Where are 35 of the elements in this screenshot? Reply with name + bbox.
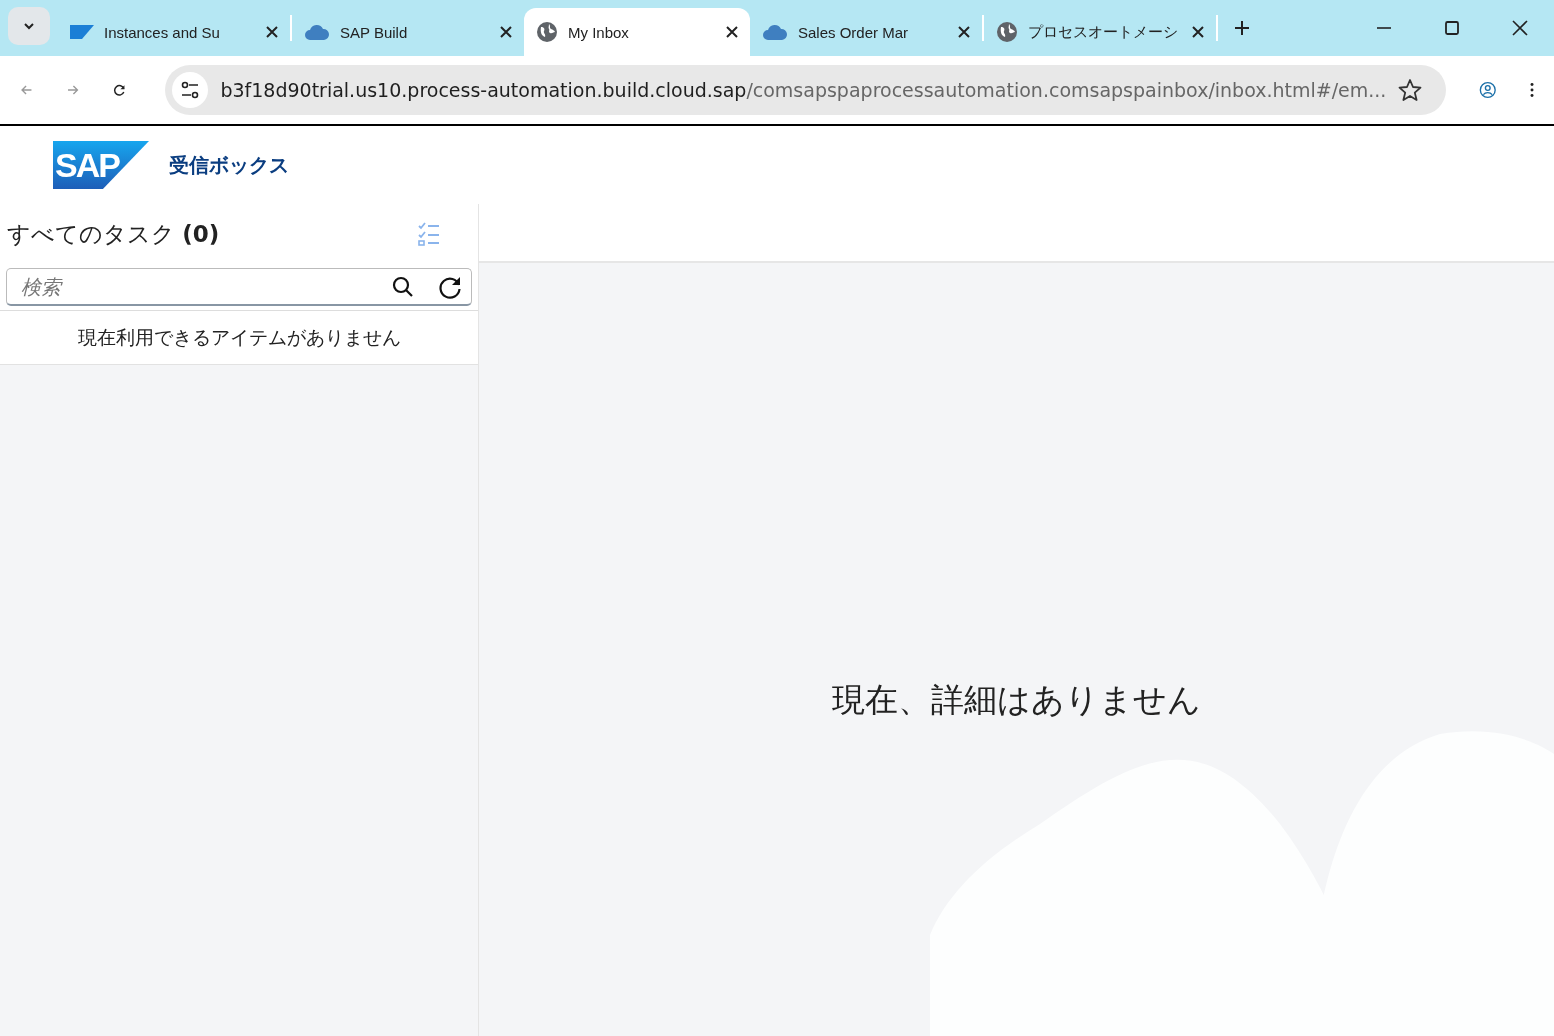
search-field[interactable]: 検索 [6, 268, 472, 306]
tab-title: SAP Build [340, 23, 409, 41]
sap-logo: SAP [53, 141, 149, 189]
close-icon[interactable] [1192, 26, 1204, 38]
star-icon[interactable] [1398, 78, 1423, 102]
tab-title: Instances and Su [104, 23, 221, 41]
close-icon[interactable] [958, 26, 970, 38]
new-tab-icon[interactable] [1234, 20, 1250, 36]
url-text: b3f18d90trial.us10.process-automation.build.cloud.sap/comsapspaprocessautomation.comsapspainbox/inbox.html#/em... [220, 79, 1387, 101]
site-settings-icon[interactable] [172, 72, 209, 108]
app-title: 受信ボックス [169, 151, 289, 179]
close-icon[interactable] [500, 26, 512, 38]
maximize-icon[interactable] [1444, 20, 1460, 36]
tab-title: My Inbox [568, 23, 630, 41]
empty-detail-message: 現在、詳細はありません [832, 679, 1201, 720]
sap-logo-icon [70, 25, 94, 39]
refresh-icon[interactable] [438, 275, 462, 299]
browser-tab[interactable]: SAP Build [292, 8, 524, 56]
list-heading: すべてのタスク (0) [7, 219, 220, 249]
browser-tab[interactable]: Instances and Su [58, 8, 290, 56]
cloud-icon [304, 23, 330, 41]
address-field[interactable]: b3f18d90trial.us10.process-automation.build.cloud.sap/comsapspaprocessautomation.comsapspainbox/inbox.html#/em... [165, 65, 1447, 115]
browser-tab[interactable]: Sales Order Mar [750, 8, 982, 56]
browser-tab[interactable]: My Inbox [524, 8, 750, 56]
close-icon[interactable] [266, 26, 278, 38]
globe-icon [996, 21, 1018, 43]
tab-title: Sales Order Mar [798, 23, 910, 41]
globe-icon [536, 21, 558, 43]
close-window-icon[interactable] [1512, 20, 1528, 36]
tab-title: プロセスオートメーシ [1028, 22, 1179, 42]
cloud-icon [762, 23, 788, 41]
browser-tab[interactable]: プロセスオートメーシ [984, 8, 1216, 56]
checklist-icon[interactable] [418, 222, 440, 246]
close-icon[interactable] [726, 26, 738, 38]
search-icon[interactable] [392, 276, 414, 298]
